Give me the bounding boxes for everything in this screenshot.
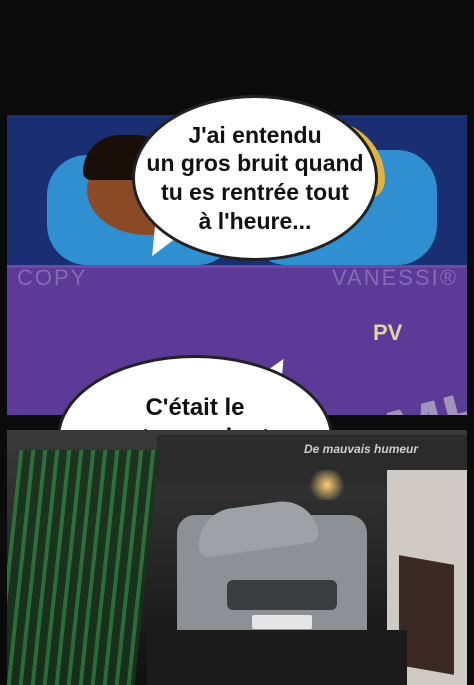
speech-bubble-top: J'ai entendu un gros bruit quand tu es r… bbox=[132, 95, 378, 261]
broken-gate bbox=[7, 450, 160, 685]
site-caption: De mauvais humeur bbox=[304, 442, 419, 456]
garage-light bbox=[307, 470, 347, 500]
speech-bubble-layer: J'ai entendu un gros bruit quand tu es r… bbox=[7, 95, 467, 521]
car-grille bbox=[227, 580, 337, 610]
license-plate bbox=[252, 615, 312, 629]
garage-door bbox=[399, 555, 454, 675]
debris bbox=[147, 630, 407, 685]
crash-photo-panel: De mauvais humeur bbox=[7, 430, 467, 685]
speech-text-top: J'ai entendu un gros bruit quand tu es r… bbox=[146, 121, 364, 234]
